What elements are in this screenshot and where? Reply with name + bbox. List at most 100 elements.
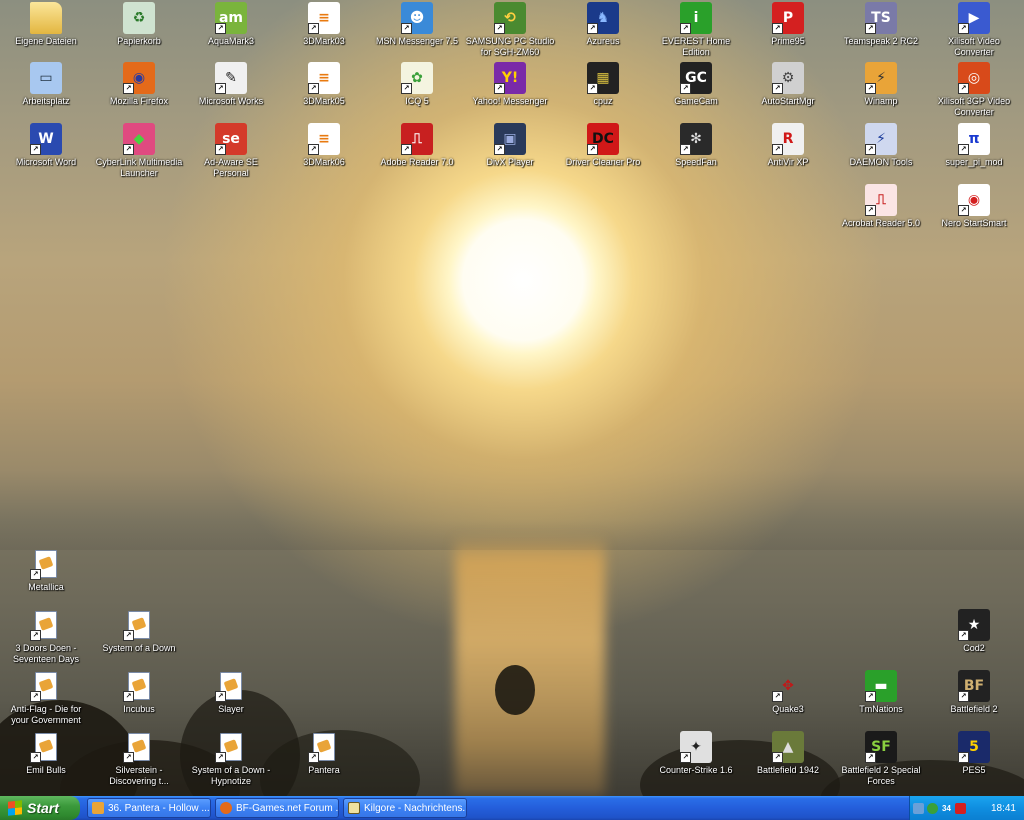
shortcut-arrow-icon: ↗ (123, 144, 134, 155)
desktop-icon-icq-5[interactable]: ✿ ↗ ICQ 5 (371, 62, 463, 107)
speedfan-tray-icon[interactable] (927, 802, 938, 814)
desktop-icon-cyberlink-multimedia-launcher[interactable]: ◆ ↗ CyberLink Multimedia Launcher (93, 123, 185, 179)
playlist-icon: ↗ (30, 609, 62, 641)
desktop-icon-emil-bulls[interactable]: ↗ Emil Bulls (0, 731, 92, 776)
desktop-icon-3dmark03[interactable]: ≡ ↗ 3DMark03 (278, 2, 370, 47)
icon-label: PES5 (962, 765, 986, 775)
shortcut-arrow-icon: ↗ (30, 630, 41, 641)
teamspeak-icon: TS ↗ (865, 2, 897, 34)
desktop-icon-microsoft-word[interactable]: W ↗ Microsoft Word (0, 123, 92, 168)
desktop-icon-antivir-xp[interactable]: R ↗ AntiVir XP (742, 123, 834, 168)
desktop-icon-system-of-a-down[interactable]: ↗ System of a Down (93, 609, 185, 654)
desktop-icon-battlefield-2[interactable]: BF ↗ Battlefield 2 (928, 670, 1020, 715)
desktop-icon-daemon-tools[interactable]: ⚡ ↗ DAEMON Tools (835, 123, 927, 168)
playlist-icon: ↗ (123, 670, 155, 702)
desktop-icon-yahoo-messenger[interactable]: Y! ↗ Yahoo! Messenger (464, 62, 556, 107)
desktop-icon-adobe-reader-7-0[interactable]: ⎍ ↗ Adobe Reader 7.0 (371, 123, 463, 168)
temperature-icon[interactable]: 34 (941, 803, 952, 814)
icon-label: Microsoft Works (198, 96, 264, 106)
desktop[interactable]: Eigene Dateien ♻ Papierkorb am ↗ AquaMark3 ≡ ↗ 3… (0, 0, 1024, 796)
battlefield-1942-icon: ▲ ↗ (772, 731, 804, 763)
icon-label: Quake3 (772, 704, 804, 714)
desktop-icon-microsoft-works[interactable]: ✎ ↗ Microsoft Works (185, 62, 277, 107)
desktop-icon-msn-messenger-7-5[interactable]: ☻ ↗ MSN Messenger 7.5 (371, 2, 463, 47)
desktop-icon-cpuz[interactable]: ▦ ↗ cpuz (557, 62, 649, 107)
firefox-icon (220, 802, 232, 814)
desktop-icon-mozilla-firefox[interactable]: ◉ ↗ Mozilla Firefox (93, 62, 185, 107)
shortcut-arrow-icon: ↗ (30, 752, 41, 763)
shortcut-arrow-icon: ↗ (401, 83, 412, 94)
yahoo-messenger-icon: Y! ↗ (494, 62, 526, 94)
desktop-icon-quake3[interactable]: ✥ ↗ Quake3 (742, 670, 834, 715)
icon-label: 3DMark06 (303, 157, 345, 167)
my-computer-icon: ▭ (30, 62, 62, 94)
icon-label: Incubus (123, 704, 155, 714)
network-icon[interactable] (913, 802, 924, 814)
desktop-icon-tmnations[interactable]: ▬ ↗ TmNations (835, 670, 927, 715)
start-button[interactable]: Start (0, 796, 80, 820)
desktop-icon-eigene-dateien[interactable]: Eigene Dateien (0, 2, 92, 47)
desktop-icon-teamspeak-2-rc2[interactable]: TS ↗ Teamspeak 2 RC2 (835, 2, 927, 47)
icon-label: Xilisoft 3GP Video Converter (937, 96, 1011, 117)
taskbar: Start 36. Pantera - Hollow ... BF-Games.… (0, 796, 1024, 820)
desktop-icon-anti-flag-die-for-your-government[interactable]: ↗ Anti-Flag - Die for your Government (0, 670, 92, 726)
desktop-icon-winamp[interactable]: ⚡ ↗ Winamp (835, 62, 927, 107)
taskbar-button-firefox[interactable]: BF-Games.net Forum ... (215, 798, 339, 818)
desktop-icon-prime95[interactable]: P ↗ Prime95 (742, 2, 834, 47)
desktop-icon-driver-cleaner-pro[interactable]: DC ↗ Driver Cleaner Pro (557, 123, 649, 168)
desktop-icon-battlefield-2-special-forces[interactable]: SF ↗ Battlefield 2 Special Forces (835, 731, 927, 787)
antivir-tray-icon[interactable] (955, 802, 966, 814)
shortcut-arrow-icon: ↗ (958, 205, 969, 216)
shortcut-arrow-icon: ↗ (494, 144, 505, 155)
desktop-icon-battlefield-1942[interactable]: ▲ ↗ Battlefield 1942 (742, 731, 834, 776)
desktop-icon-divx-player[interactable]: ▣ ↗ DivX Player (464, 123, 556, 168)
desktop-icon-counter-strike-1-6[interactable]: ✦ ↗ Counter-Strike 1.6 (650, 731, 742, 776)
desktop-icon-aquamark3[interactable]: am ↗ AquaMark3 (185, 2, 277, 47)
shortcut-arrow-icon: ↗ (494, 23, 505, 34)
icon-label: Pantera (308, 765, 340, 775)
xilisoft-3gp-icon: ◎ ↗ (958, 62, 990, 94)
desktop-icon-arbeitsplatz[interactable]: ▭ Arbeitsplatz (0, 62, 92, 107)
task-label: BF-Games.net Forum ... (236, 802, 338, 814)
desktop-icon-samsung-pc-studio-for-sgh-zm60[interactable]: ⟲ ↗ SAMSUNG PC Studio for SGH-ZM60 (464, 2, 556, 58)
desktop-icon-everest-home-edition[interactable]: i ↗ EVEREST Home Edition (650, 2, 742, 58)
my-documents-icon (30, 2, 62, 34)
acrobat-icon: ⎍ ↗ (865, 184, 897, 216)
desktop-icon-nero-startsmart[interactable]: ◉ ↗ Nero StartSmart (928, 184, 1020, 229)
desktop-icon-azureus[interactable]: ♞ ↗ Azureus (557, 2, 649, 47)
desktop-icon-system-of-a-down-hypnotize[interactable]: ↗ System of a Down - Hypnotize (185, 731, 277, 787)
desktop-icon-papierkorb[interactable]: ♻ Papierkorb (93, 2, 185, 47)
taskbar-button-winamp[interactable]: 36. Pantera - Hollow ... (87, 798, 211, 818)
desktop-icon-3dmark06[interactable]: ≡ ↗ 3DMark06 (278, 123, 370, 168)
desktop-icon-silverstein-discovering-t[interactable]: ↗ Silverstein - Discovering t... (93, 731, 185, 787)
icon-label: AntiVir XP (767, 157, 809, 167)
desktop-icon-slayer[interactable]: ↗ Slayer (185, 670, 277, 715)
desktop-icon-super-pi-mod[interactable]: π ↗ super_pi_mod (928, 123, 1020, 168)
desktop-icon-3-doors-doen-seventeen-days[interactable]: ↗ 3 Doors Doen - Seventeen Days (0, 609, 92, 665)
icon-label: Battlefield 2 Special Forces (841, 765, 921, 786)
desktop-icon-gamecam[interactable]: GC ↗ GameCam (650, 62, 742, 107)
desktop-icon-incubus[interactable]: ↗ Incubus (93, 670, 185, 715)
desktop-icon-acrobat-reader-5-0[interactable]: ⎍ ↗ Acrobat Reader 5.0 (835, 184, 927, 229)
icon-label: Xilisoft Video Converter (948, 36, 1000, 57)
desktop-icon-cod2[interactable]: ★ ↗ Cod2 (928, 609, 1020, 654)
desktop-icon-xilisoft-3gp-video-converter[interactable]: ◎ ↗ Xilisoft 3GP Video Converter (928, 62, 1020, 118)
desktop-icon-pes5[interactable]: 5 ↗ PES5 (928, 731, 1020, 776)
nero-icon: ◉ ↗ (958, 184, 990, 216)
taskbar-button-mail[interactable]: Kilgore - Nachrichtens... (343, 798, 467, 818)
desktop-icon-speedfan[interactable]: ✻ ↗ SpeedFan (650, 123, 742, 168)
playlist-icon: ↗ (30, 670, 62, 702)
icon-label: ICQ 5 (405, 96, 429, 106)
desktop-icon-metallica[interactable]: ↗ Metallica (0, 548, 92, 593)
clock[interactable]: 18:41 (991, 803, 1016, 814)
driver-cleaner-icon: DC ↗ (587, 123, 619, 155)
shortcut-arrow-icon: ↗ (865, 144, 876, 155)
desktop-icon-xilisoft-video-converter[interactable]: ▶ ↗ Xilisoft Video Converter (928, 2, 1020, 58)
icon-label: Microsoft Word (15, 157, 77, 167)
desktop-icon-pantera[interactable]: ↗ Pantera (278, 731, 370, 776)
desktop-icon-3dmark05[interactable]: ≡ ↗ 3DMark05 (278, 62, 370, 107)
ms-works-icon: ✎ ↗ (215, 62, 247, 94)
desktop-icon-ad-aware-se-personal[interactable]: se ↗ Ad-Aware SE Personal (185, 123, 277, 179)
desktop-icon-autostartmgr[interactable]: ⚙ ↗ AutoStartMgr (742, 62, 834, 107)
shortcut-arrow-icon: ↗ (772, 752, 783, 763)
